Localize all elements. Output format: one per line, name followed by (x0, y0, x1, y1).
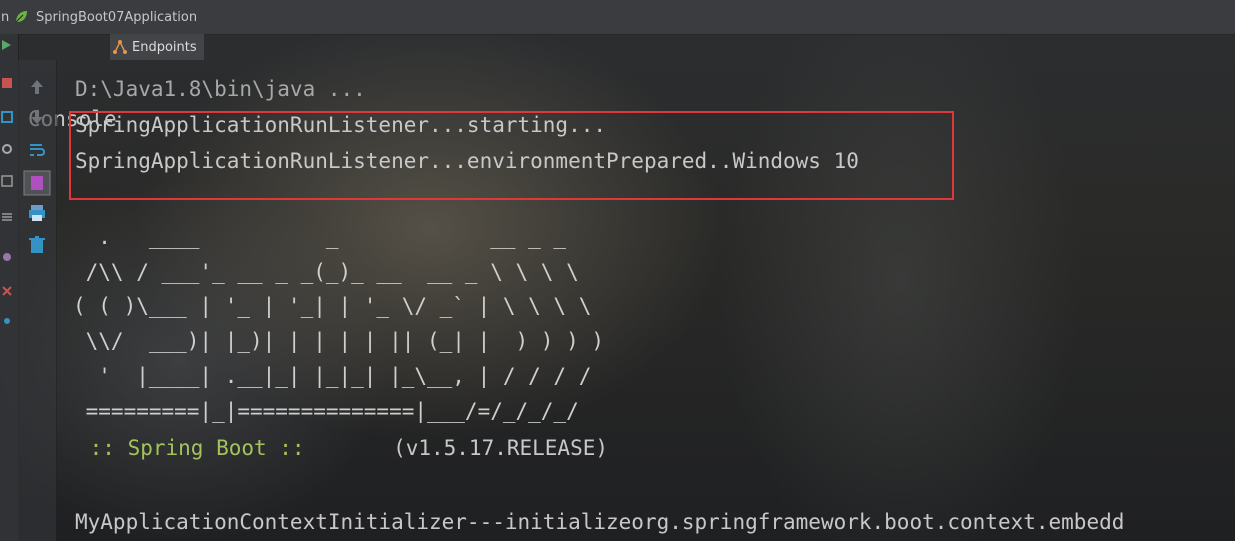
trash-icon[interactable] (26, 234, 48, 256)
console-toolbar (18, 60, 57, 541)
print-icon[interactable] (26, 202, 48, 224)
left-gutter (0, 34, 19, 541)
titlebar-edge-text: n (1, 10, 10, 25)
layout-icon[interactable] (0, 174, 14, 188)
spring-banner-line: =========|_|==============|___/=/_/_/_/ (73, 399, 579, 423)
list-icon[interactable] (0, 210, 14, 224)
camera-icon[interactable] (0, 142, 14, 156)
down-arrow-icon[interactable] (26, 106, 48, 128)
up-arrow-icon[interactable] (26, 76, 48, 98)
run-tool-tabs: Console Endpoints (18, 34, 1235, 131)
run-config-title[interactable]: SpringBoot07Application (36, 10, 197, 25)
spring-boot-label: :: Spring Boot :: (77, 436, 318, 460)
tab-endpoints-label: Endpoints (132, 39, 197, 55)
scroll-to-end-icon[interactable] (23, 170, 51, 196)
console-line: MyApplicationContextInitializer---initia… (75, 510, 1125, 534)
pin-icon[interactable] (0, 314, 14, 328)
spring-boot-version: (v1.5.17.RELEASE) (317, 436, 609, 460)
endpoints-icon (113, 40, 127, 54)
spring-banner-line: ( ( )\___ | '_ | '_| | '_ \/ _` | \ \ \ … (73, 294, 592, 318)
tab-endpoints[interactable]: Endpoints (110, 34, 204, 60)
stop-icon[interactable] (0, 76, 14, 90)
spring-banner-line: . ____ _ __ _ _ (73, 225, 567, 249)
spring-leaf-icon (15, 11, 27, 23)
console-command-line: D:\Java1.8\bin\java ... (75, 77, 366, 101)
spring-banner-line: \\/ ___)| |_)| | | | | || (_| | ) ) ) ) (73, 329, 605, 353)
close-icon[interactable] (0, 284, 14, 298)
debug-icon[interactable] (0, 250, 14, 264)
spring-banner-line: /\\ / ___'_ __ _ _(_)_ __ __ _ \ \ \ \ (73, 260, 579, 284)
rerun-icon[interactable] (0, 38, 14, 52)
soft-wrap-icon[interactable] (26, 138, 48, 160)
spring-boot-version-line: :: Spring Boot :: (v1.5.17.RELEASE) (77, 433, 608, 463)
highlight-annotation-box (69, 111, 954, 200)
run-window-titlebar: n SpringBoot07Application (0, 0, 1235, 35)
spring-banner-line: ' |____| .__|_| |_|_| |_\__, | / / / / (73, 364, 592, 388)
restore-layout-icon[interactable] (0, 110, 14, 124)
